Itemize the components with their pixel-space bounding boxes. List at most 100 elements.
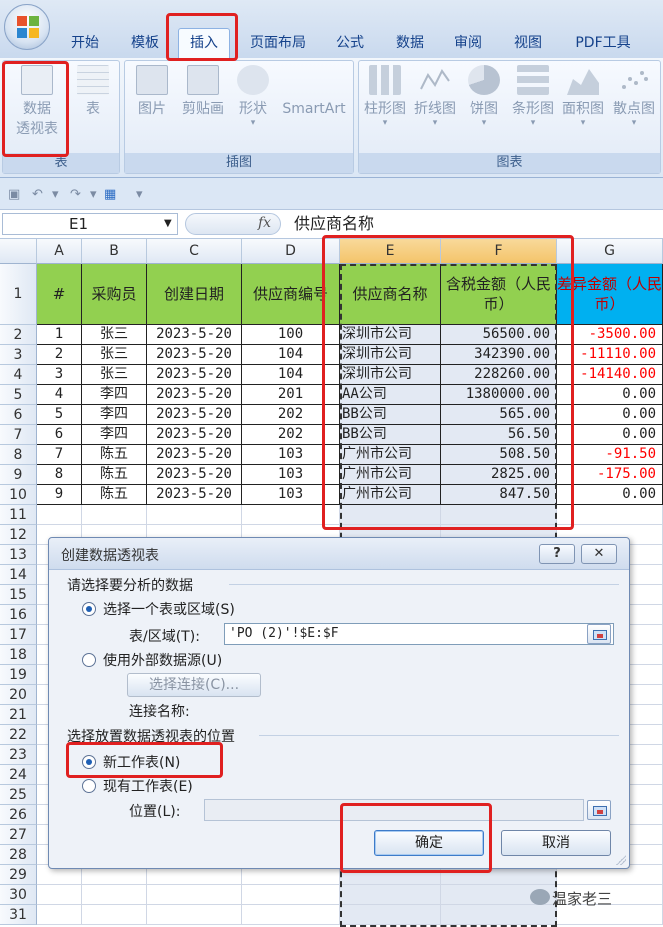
cancel-button[interactable]: 取消 (501, 830, 611, 856)
tab-home[interactable]: 开始 (62, 32, 108, 54)
table-cell[interactable]: 1380000.00 (441, 385, 557, 405)
table-cell[interactable]: 0.00 (557, 385, 663, 405)
row-header[interactable]: 18 (0, 645, 37, 665)
area-chart-button[interactable]: 面积图 ▾ (559, 65, 607, 128)
empty-cell[interactable] (340, 905, 441, 925)
resize-grip-icon[interactable] (616, 855, 626, 865)
table-cell[interactable]: 8 (37, 465, 82, 485)
table-cell[interactable]: 56.50 (441, 425, 557, 445)
table-cell[interactable]: 李四 (82, 385, 147, 405)
table-cell[interactable]: 2 (37, 345, 82, 365)
chevron-down-icon[interactable]: ▾ (90, 187, 97, 202)
table-header-cell[interactable]: # (37, 264, 82, 325)
table-cell[interactable]: 342390.00 (441, 345, 557, 365)
table-cell[interactable]: -3500.00 (557, 325, 663, 345)
table-cell[interactable]: 陈五 (82, 485, 147, 505)
row-header[interactable]: 16 (0, 605, 37, 625)
empty-cell[interactable] (441, 505, 557, 525)
row-header[interactable]: 13 (0, 545, 37, 565)
table-cell[interactable]: -175.00 (557, 465, 663, 485)
row-header[interactable]: 9 (0, 465, 37, 485)
row-header[interactable]: 7 (0, 425, 37, 445)
empty-cell[interactable] (340, 885, 441, 905)
row-header[interactable]: 3 (0, 345, 37, 365)
row-header[interactable]: 29 (0, 865, 37, 885)
close-button[interactable]: ✕ (581, 544, 617, 564)
empty-cell[interactable] (147, 505, 242, 525)
table-cell[interactable]: 2023-5-20 (147, 345, 242, 365)
empty-cell[interactable] (82, 505, 147, 525)
location-input[interactable] (204, 799, 584, 821)
table-header-cell[interactable]: 创建日期 (147, 264, 242, 325)
picture-button[interactable]: 图片 (131, 65, 173, 119)
table-cell[interactable]: 104 (242, 345, 340, 365)
row-header[interactable]: 30 (0, 885, 37, 905)
row-header[interactable]: 24 (0, 765, 37, 785)
row-header[interactable]: 26 (0, 805, 37, 825)
select-all-corner[interactable] (0, 239, 37, 264)
row-header[interactable]: 23 (0, 745, 37, 765)
column-header-e[interactable]: E (340, 239, 441, 264)
table-cell[interactable]: 202 (242, 405, 340, 425)
name-box[interactable]: E1 (2, 213, 178, 235)
table-cell[interactable]: 56500.00 (441, 325, 557, 345)
row-header[interactable]: 27 (0, 825, 37, 845)
table-cell[interactable]: 张三 (82, 325, 147, 345)
empty-cell[interactable] (82, 905, 147, 925)
table-header-cell[interactable]: 含税金额（人民币） (441, 264, 557, 325)
empty-cell[interactable] (340, 505, 441, 525)
row-header[interactable]: 28 (0, 845, 37, 865)
radio-existing-worksheet[interactable] (82, 779, 96, 793)
table-cell[interactable]: 104 (242, 365, 340, 385)
row-header[interactable]: 5 (0, 385, 37, 405)
table-cell[interactable]: 2023-5-20 (147, 365, 242, 385)
table-cell[interactable]: 张三 (82, 345, 147, 365)
table-cell[interactable]: 0.00 (557, 425, 663, 445)
shapes-button[interactable]: 形状 ▾ (233, 65, 273, 128)
empty-cell[interactable] (441, 905, 557, 925)
help-button[interactable]: ? (539, 544, 575, 564)
table-cell[interactable]: 深圳市公司 (340, 325, 441, 345)
row-header[interactable]: 21 (0, 705, 37, 725)
table-cell[interactable]: 3 (37, 365, 82, 385)
empty-cell[interactable] (557, 505, 663, 525)
bar-chart-button[interactable]: 条形图 ▾ (509, 65, 557, 128)
row-header[interactable]: 19 (0, 665, 37, 685)
clipart-button[interactable]: 剪贴画 (177, 65, 229, 119)
empty-cell[interactable] (242, 885, 340, 905)
table-cell[interactable]: 2023-5-20 (147, 385, 242, 405)
table-cell[interactable]: 2023-5-20 (147, 485, 242, 505)
table-cell[interactable]: 7 (37, 445, 82, 465)
table-cell[interactable]: 陈五 (82, 465, 147, 485)
table-cell[interactable]: 深圳市公司 (340, 365, 441, 385)
tab-pdf-tools[interactable]: PDF工具 (566, 32, 640, 54)
radio-external-source-label[interactable]: 使用外部数据源(U) (103, 650, 222, 670)
tab-insert[interactable]: 插入 (178, 28, 230, 58)
chevron-down-icon[interactable]: ▾ (52, 187, 59, 202)
redo-icon[interactable]: ↷ (70, 187, 81, 202)
table-cell[interactable]: 2023-5-20 (147, 405, 242, 425)
row-header[interactable]: 17 (0, 625, 37, 645)
table-cell[interactable]: 张三 (82, 365, 147, 385)
tab-view[interactable]: 视图 (506, 32, 550, 54)
empty-cell[interactable] (242, 505, 340, 525)
table-cell[interactable]: 广州市公司 (340, 485, 441, 505)
table-header-cell[interactable]: 供应商编号 (242, 264, 340, 325)
table-cell[interactable]: 广州市公司 (340, 465, 441, 485)
table-cell[interactable]: 6 (37, 425, 82, 445)
column-chart-button[interactable]: 柱形图 ▾ (361, 65, 409, 128)
table-cell[interactable]: AA公司 (340, 385, 441, 405)
row-header[interactable]: 12 (0, 525, 37, 545)
table-cell[interactable]: -14140.00 (557, 365, 663, 385)
pivot-table-button[interactable]: 数据 透视表 (9, 65, 65, 139)
table-cell[interactable]: 201 (242, 385, 340, 405)
tab-templates[interactable]: 模板 (122, 32, 168, 54)
radio-external-source[interactable] (82, 653, 96, 667)
table-cell[interactable]: BB公司 (340, 425, 441, 445)
table-cell[interactable]: 103 (242, 445, 340, 465)
row-header[interactable]: 8 (0, 445, 37, 465)
column-header-f[interactable]: F (441, 239, 557, 264)
undo-icon[interactable]: ↶ (32, 187, 43, 202)
row-header[interactable]: 4 (0, 365, 37, 385)
table-cell[interactable]: 565.00 (441, 405, 557, 425)
